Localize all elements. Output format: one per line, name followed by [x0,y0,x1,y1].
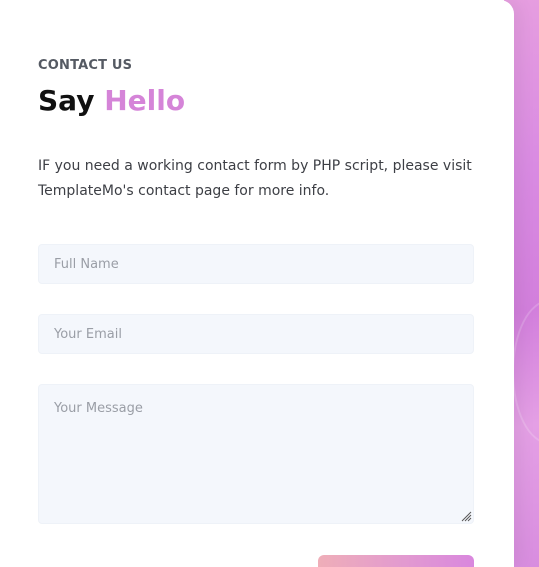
page: CONTACT US Say Hello IF you need a worki… [0,0,539,567]
message-textarea[interactable] [38,384,474,524]
section-eyebrow: CONTACT US [38,58,133,73]
contact-description: IF you need a working contact form by PH… [38,158,472,199]
email-input[interactable] [38,314,474,354]
page-title: Say Hello [38,84,185,117]
full-name-input[interactable] [38,244,474,284]
title-accent: Hello [104,84,186,117]
resize-grip-icon[interactable] [461,511,472,522]
decorative-swirl [512,300,539,444]
contact-card: CONTACT US Say Hello IF you need a worki… [0,0,514,567]
title-prefix: Say [38,84,95,117]
send-message-button[interactable] [318,555,474,567]
